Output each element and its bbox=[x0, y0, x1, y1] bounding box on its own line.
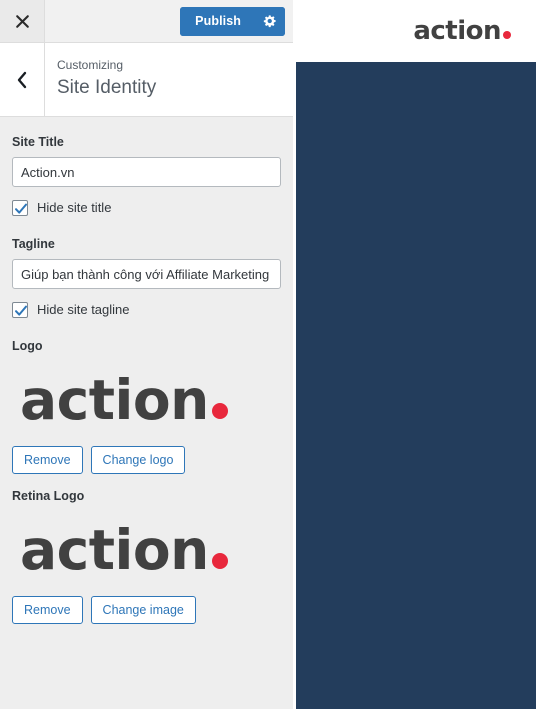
hide-site-title-label[interactable]: Hide site title bbox=[37, 200, 111, 216]
retina-logo-preview-thumbnail[interactable]: action bbox=[12, 509, 281, 591]
control-tagline: Tagline bbox=[12, 236, 281, 289]
publish-settings-button[interactable] bbox=[255, 6, 285, 36]
retina-logo-wordmark: action bbox=[20, 517, 209, 582]
site-title-input[interactable] bbox=[12, 157, 281, 187]
panel-content: Site Title Hide site title Tagline bbox=[0, 117, 293, 709]
retina-logo-image: action bbox=[20, 517, 228, 582]
logo-buttons: Remove Change logo bbox=[12, 446, 281, 474]
control-hide-site-title: Hide site title bbox=[12, 200, 281, 216]
site-logo-dot-icon bbox=[211, 402, 228, 419]
publish-button[interactable]: Publish bbox=[180, 6, 255, 36]
panel-eyebrow: Customizing bbox=[57, 58, 124, 72]
panel-header: Customizing Site Identity bbox=[0, 43, 293, 117]
hide-site-tagline-label[interactable]: Hide site tagline bbox=[37, 302, 130, 318]
logo-remove-button[interactable]: Remove bbox=[12, 446, 83, 474]
gear-icon bbox=[263, 14, 277, 28]
retina-logo-change-button[interactable]: Change image bbox=[90, 596, 196, 624]
site-title-label: Site Title bbox=[12, 135, 64, 149]
logo-preview-thumbnail[interactable]: action bbox=[12, 359, 281, 441]
back-button[interactable] bbox=[0, 43, 45, 116]
site-logo-image: action bbox=[20, 367, 228, 432]
hide-site-title-checkbox[interactable] bbox=[12, 200, 28, 216]
tagline-label: Tagline bbox=[12, 237, 55, 251]
logo-change-button[interactable]: Change logo bbox=[90, 446, 186, 474]
preview-site-body bbox=[296, 62, 536, 709]
publish-actions: Publish bbox=[180, 0, 293, 42]
publish-button-group: Publish bbox=[180, 6, 285, 36]
logo-label: Logo bbox=[12, 339, 43, 353]
hide-site-tagline-checkbox[interactable] bbox=[12, 302, 28, 318]
preview-site-logo-wordmark: action bbox=[413, 16, 501, 46]
preview-site-logo-dot-icon bbox=[503, 31, 511, 39]
close-x-icon bbox=[15, 14, 30, 29]
retina-logo-remove-button[interactable]: Remove bbox=[12, 596, 83, 624]
retina-logo-dot-icon bbox=[211, 552, 228, 569]
retina-logo-label: Retina Logo bbox=[12, 489, 85, 503]
theme-preview[interactable]: action bbox=[296, 0, 536, 709]
tagline-input[interactable] bbox=[12, 259, 281, 289]
close-customizer-button[interactable] bbox=[0, 0, 45, 42]
retina-logo-buttons: Remove Change image bbox=[12, 596, 281, 624]
panel-title: Site Identity bbox=[57, 77, 157, 98]
panel-titles: Customizing Site Identity bbox=[45, 43, 293, 116]
site-logo-wordmark: action bbox=[20, 367, 209, 432]
chevron-left-icon bbox=[16, 71, 28, 89]
control-hide-site-tagline: Hide site tagline bbox=[12, 302, 281, 318]
preview-site-logo[interactable]: action bbox=[413, 18, 511, 44]
control-logo: Logo action Remove Change logo bbox=[12, 338, 281, 474]
customizer-topbar: Publish bbox=[0, 0, 293, 43]
customizer-sidebar: Publish Customizing Site Identity Site T… bbox=[0, 0, 293, 709]
customizer-screen: Publish Customizing Site Identity Site T… bbox=[0, 0, 536, 709]
control-site-title: Site Title bbox=[12, 134, 281, 187]
preview-site-header: action bbox=[296, 0, 536, 62]
control-retina-logo: Retina Logo action Remove Change image bbox=[12, 488, 281, 624]
